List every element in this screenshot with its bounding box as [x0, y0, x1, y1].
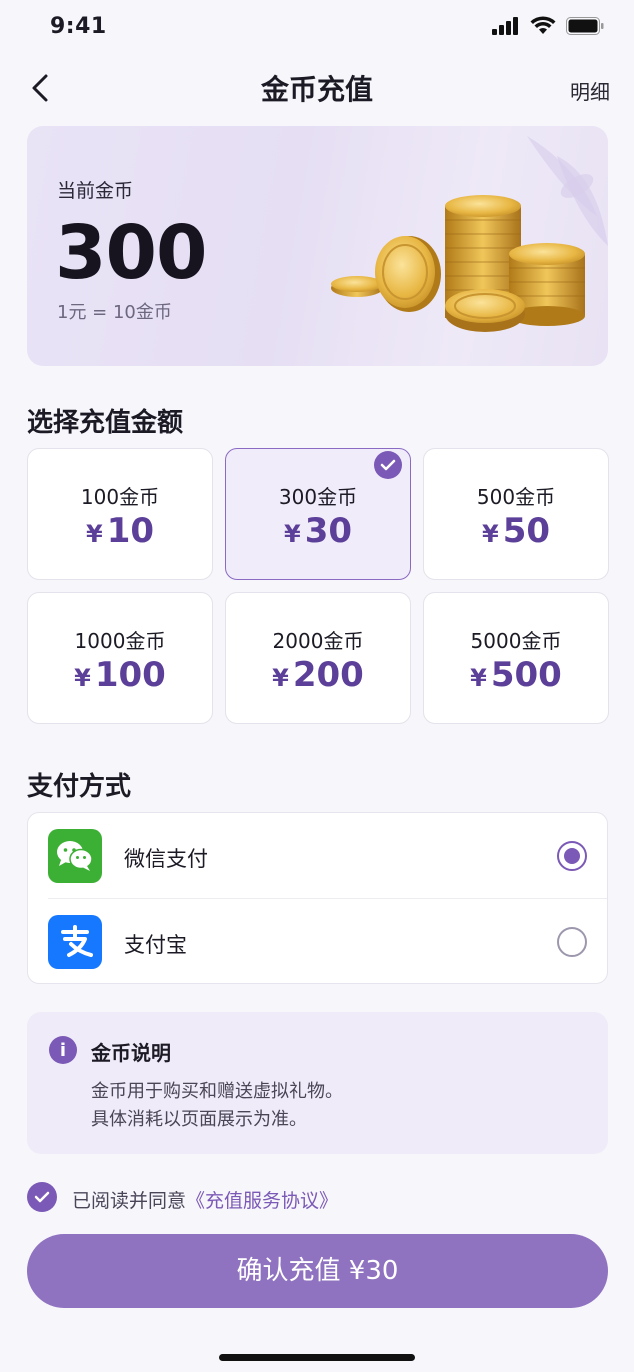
- amount-price: ¥50: [424, 511, 608, 551]
- agreement-text: 已阅读并同意《充值服务协议》: [72, 1186, 338, 1213]
- amount-price: ¥200: [226, 655, 410, 695]
- notice-line-1: 金币用于购买和赠送虚拟礼物。: [91, 1081, 343, 1102]
- notice-line-2: 具体消耗以页面展示为准。: [91, 1109, 307, 1130]
- home-indicator: [219, 1354, 415, 1361]
- currency-symbol: ¥: [283, 520, 301, 548]
- balance-value: 300: [55, 210, 207, 296]
- amount-price: ¥30: [226, 511, 410, 551]
- amount-price-value: 10: [106, 511, 155, 551]
- wechat-pay-icon: [48, 829, 102, 883]
- amount-option-100[interactable]: 100金币 ¥10: [27, 448, 213, 580]
- amount-price-value: 200: [292, 655, 364, 695]
- amount-price-value: 30: [304, 511, 353, 551]
- payment-label: 微信支付: [124, 847, 208, 871]
- amount-option-300[interactable]: 300金币 ¥30: [225, 448, 411, 580]
- payment-option-alipay[interactable]: 支付宝: [28, 899, 607, 984]
- amount-price-value: 500: [490, 655, 562, 695]
- amount-price: ¥10: [28, 511, 212, 551]
- cellular-signal-icon: [492, 16, 518, 35]
- payment-section-title: 支付方式: [27, 772, 132, 802]
- currency-symbol: ¥: [85, 520, 103, 548]
- wifi-icon: [530, 16, 556, 34]
- payment-label: 支付宝: [124, 933, 187, 957]
- coin-notice-box: i 金币说明 金币用于购买和赠送虚拟礼物。 具体消耗以页面展示为准。: [27, 1012, 608, 1154]
- currency-symbol: ¥: [272, 664, 289, 692]
- amount-option-500[interactable]: 500金币 ¥50: [423, 448, 609, 580]
- amount-option-5000[interactable]: 5000金币 ¥500: [423, 592, 609, 724]
- currency-symbol: ¥: [470, 664, 487, 692]
- radio-unselected-icon[interactable]: [557, 927, 587, 957]
- balance-card: 当前金币 300 1元 = 10金币: [27, 126, 608, 366]
- amount-option-1000[interactable]: 1000金币 ¥100: [27, 592, 213, 724]
- gold-coins-illustration: [331, 136, 608, 332]
- amount-coins: 5000金币: [470, 629, 562, 653]
- alipay-icon: [48, 915, 102, 969]
- notice-title: 金币说明: [91, 1041, 171, 1065]
- amount-price-value: 50: [502, 511, 551, 551]
- confirm-recharge-button[interactable]: 确认充值 ¥30: [27, 1234, 608, 1308]
- amount-coins: 100金币: [80, 485, 160, 509]
- amount-price: ¥100: [28, 655, 212, 695]
- detail-link[interactable]: 明细: [570, 76, 610, 105]
- status-icons: [492, 16, 604, 35]
- agreement-checkbox[interactable]: [27, 1182, 57, 1212]
- payment-option-wechat[interactable]: 微信支付: [28, 813, 607, 898]
- amount-price: ¥500: [424, 655, 608, 695]
- currency-symbol: ¥: [481, 520, 499, 548]
- selected-check-icon: [374, 451, 402, 479]
- payment-methods-card: 微信支付 支付宝: [27, 812, 608, 984]
- amount-option-2000[interactable]: 2000金币 ¥200: [225, 592, 411, 724]
- amount-price-value: 100: [94, 655, 166, 695]
- currency-symbol: ¥: [74, 664, 91, 692]
- amount-coins: 300金币: [278, 485, 358, 509]
- amount-coins: 1000金币: [74, 629, 166, 653]
- exchange-rate: 1元 = 10金币: [57, 302, 172, 323]
- radio-selected-icon[interactable]: [557, 841, 587, 871]
- battery-icon: [566, 16, 604, 35]
- amount-section-title: 选择充值金额: [27, 408, 184, 438]
- amount-coins: 500金币: [476, 485, 556, 509]
- page-title: 金币充值: [260, 73, 373, 106]
- amount-coins: 2000金币: [272, 629, 364, 653]
- info-icon: i: [49, 1036, 77, 1064]
- balance-label: 当前金币: [57, 180, 134, 202]
- check-icon: [34, 1191, 50, 1203]
- status-time: 9:41: [50, 14, 107, 39]
- agreement-link[interactable]: 《充值服务协议》: [186, 1190, 338, 1212]
- agreement-prefix: 已阅读并同意: [72, 1190, 187, 1212]
